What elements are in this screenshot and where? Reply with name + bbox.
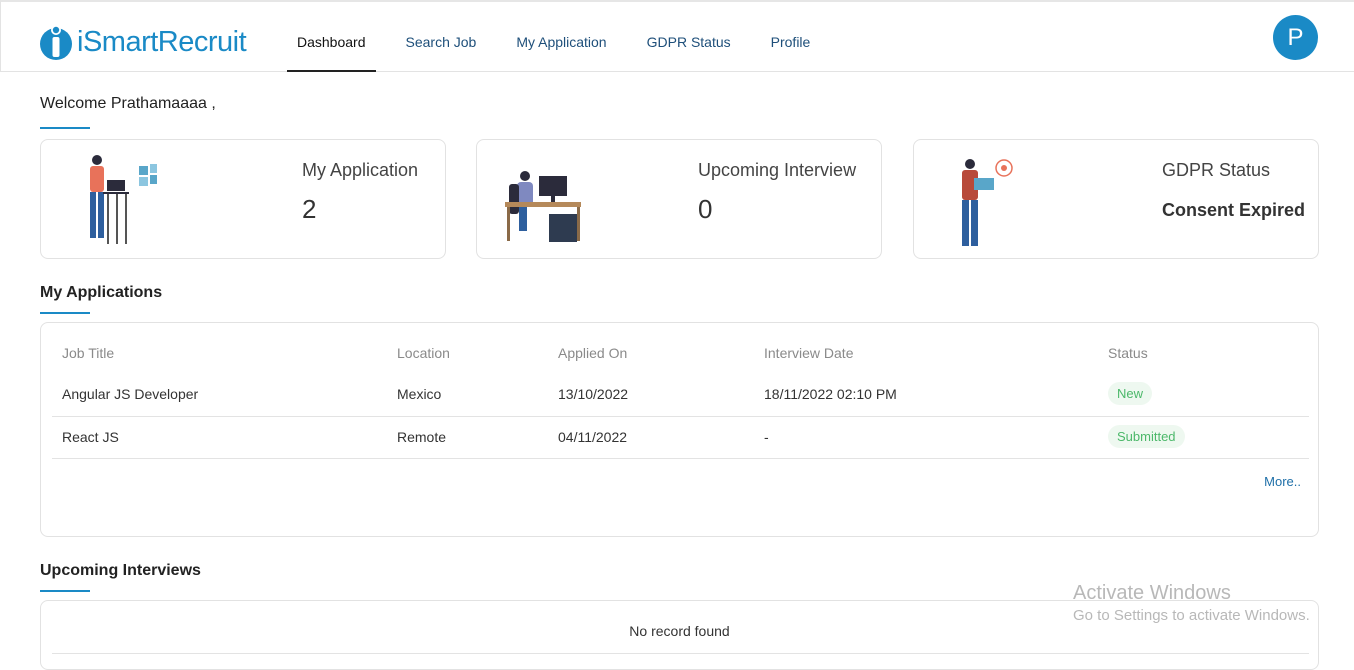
welcome-message: Welcome Prathamaaaa , [40, 95, 216, 112]
my-application-card[interactable]: My Application 2 [40, 139, 446, 259]
location-cell: Remote [397, 429, 447, 445]
nav-gdpr-status[interactable]: GDPR Status [637, 2, 741, 72]
welcome-underline [40, 127, 90, 129]
job-title-cell[interactable]: Angular JS Developer [62, 386, 198, 402]
applied-on-cell: 13/10/2022 [558, 386, 629, 402]
applied-on-cell: 04/11/2022 [558, 429, 628, 445]
column-header-job-title[interactable]: Job Title [62, 345, 114, 361]
upcoming-interview-card[interactable]: Upcoming Interview 0 [476, 139, 882, 259]
upcoming-interviews-heading: Upcoming Interviews [40, 562, 201, 579]
main-nav: Dashboard Search Job My Application GDPR… [287, 2, 840, 72]
status-badge: New [1108, 382, 1153, 405]
gdpr-status-card[interactable]: GDPR Status Consent Expired [913, 139, 1319, 259]
no-record-message: No record found [629, 623, 730, 639]
column-header-status[interactable]: Status [1108, 345, 1148, 361]
my-application-card-title: My Application [302, 160, 419, 180]
top-navbar: iSmartRecruit Dashboard Search Job My Ap… [0, 0, 1354, 72]
person-at-desk-illustration-icon [90, 155, 157, 244]
activate-windows-subtitle: Go to Settings to activate Windows. [1073, 607, 1310, 624]
column-header-interview-date[interactable]: Interview Date [764, 345, 853, 361]
status-badge: Submitted [1108, 425, 1185, 448]
applications-table: Job Title Location Applied On Interview … [40, 322, 1319, 537]
more-link[interactable]: More.. [1264, 474, 1301, 489]
ismartrecruit-logo-icon [40, 25, 72, 60]
upcoming-interview-count: 0 [698, 194, 713, 224]
row-divider [52, 458, 1309, 459]
person-with-laptop-shield-illustration-icon [962, 159, 1013, 246]
my-application-count: 2 [302, 194, 317, 224]
row-divider [52, 416, 1309, 417]
nav-profile[interactable]: Profile [761, 2, 821, 72]
person-at-computer-illustration-icon [505, 171, 581, 242]
my-applications-heading: My Applications [40, 284, 163, 301]
upcoming-interviews-underline [40, 590, 90, 592]
brand-logo[interactable]: iSmartRecruit [39, 22, 247, 62]
column-header-location[interactable]: Location [397, 345, 450, 361]
column-header-applied-on[interactable]: Applied On [558, 345, 627, 361]
my-applications-underline [40, 312, 90, 314]
gdpr-status-card-title: GDPR Status [1162, 160, 1271, 180]
interview-date-cell: - [764, 429, 769, 445]
brand-name: iSmartRecruit [77, 25, 247, 58]
gdpr-status-value: Consent Expired [1162, 200, 1306, 220]
nav-dashboard[interactable]: Dashboard [287, 2, 376, 72]
upcoming-interview-card-title: Upcoming Interview [698, 160, 857, 180]
nav-my-application[interactable]: My Application [506, 2, 616, 72]
user-avatar[interactable]: P [1273, 15, 1318, 60]
activate-windows-title: Activate Windows [1073, 582, 1231, 604]
location-cell: Mexico [397, 386, 442, 402]
interview-date-cell: 18/11/2022 02:10 PM [764, 386, 897, 402]
nav-search-job[interactable]: Search Job [396, 2, 487, 72]
job-title-cell[interactable]: React JS [62, 429, 119, 445]
